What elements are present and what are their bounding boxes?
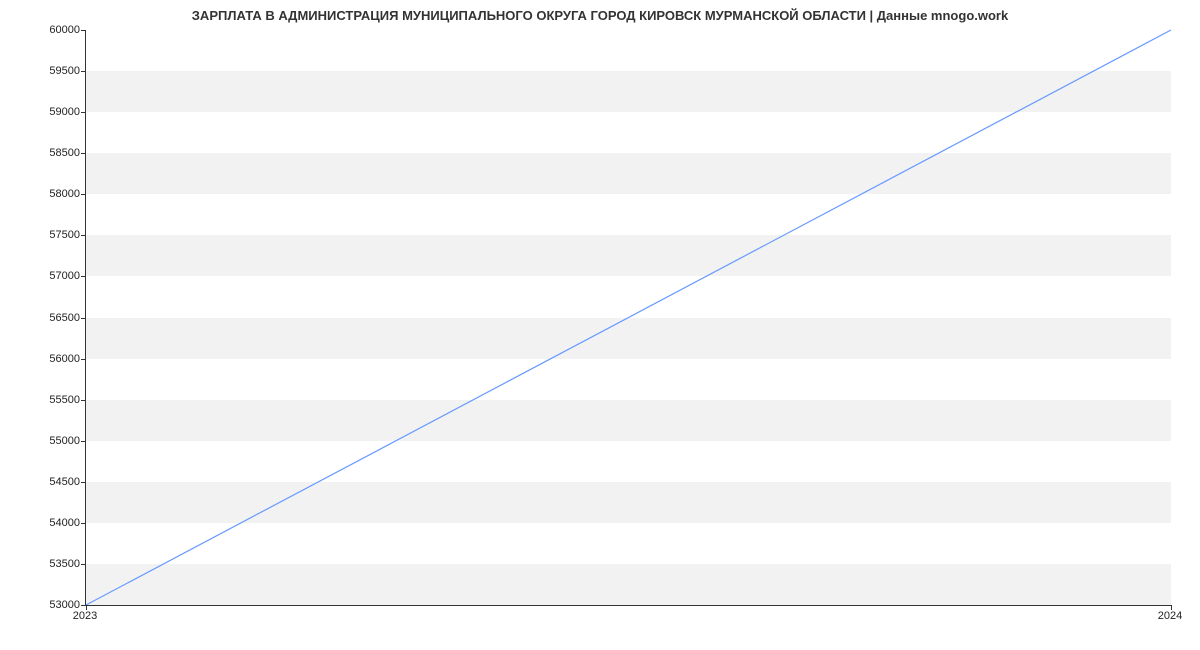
line-series — [86, 30, 1171, 605]
y-tick-label: 53000 — [25, 599, 80, 611]
y-tick-label: 55500 — [25, 394, 80, 406]
y-tick-mark — [81, 441, 86, 442]
y-tick-mark — [81, 276, 86, 277]
y-tick-mark — [81, 112, 86, 113]
y-tick-label: 56000 — [25, 353, 80, 365]
y-tick-label: 59500 — [25, 65, 80, 77]
y-tick-mark — [81, 235, 86, 236]
y-tick-label: 56500 — [25, 312, 80, 324]
y-tick-mark — [81, 30, 86, 31]
x-tick-label: 2024 — [1158, 610, 1182, 622]
y-tick-label: 60000 — [25, 24, 80, 36]
y-tick-mark — [81, 523, 86, 524]
y-tick-label: 54500 — [25, 476, 80, 488]
plot-area — [85, 30, 1171, 606]
y-tick-mark — [81, 71, 86, 72]
y-tick-label: 59000 — [25, 106, 80, 118]
y-tick-label: 55000 — [25, 435, 80, 447]
y-tick-mark — [81, 564, 86, 565]
y-tick-label: 58000 — [25, 188, 80, 200]
y-tick-mark — [81, 359, 86, 360]
y-tick-mark — [81, 400, 86, 401]
y-tick-mark — [81, 194, 86, 195]
y-tick-label: 57500 — [25, 229, 80, 241]
x-tick-label: 2023 — [73, 610, 97, 622]
y-tick-label: 58500 — [25, 147, 80, 159]
y-tick-label: 57000 — [25, 270, 80, 282]
line-path — [86, 30, 1171, 605]
y-tick-label: 54000 — [25, 517, 80, 529]
y-tick-mark — [81, 153, 86, 154]
y-tick-mark — [81, 318, 86, 319]
y-tick-label: 53500 — [25, 558, 80, 570]
y-tick-mark — [81, 482, 86, 483]
chart-title: ЗАРПЛАТА В АДМИНИСТРАЦИЯ МУНИЦИПАЛЬНОГО … — [0, 8, 1200, 23]
